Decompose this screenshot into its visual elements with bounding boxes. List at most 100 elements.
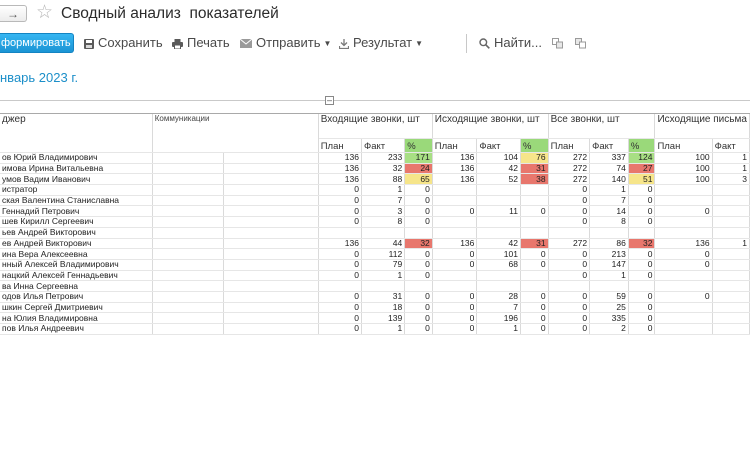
table-row[interactable]: ев Андрей Викторович 136 44 32 136 42 31 272 86 3… <box>0 238 750 250</box>
value-cell: 272 <box>548 238 591 250</box>
table-row[interactable]: нацкий Алексей Геннадьевич 0 1 0 0 1 0 <box>0 270 750 282</box>
collapse-toggle-icon[interactable]: – <box>325 96 334 105</box>
table-row[interactable]: пов Илья Андреевич 0 1 0 0 1 0 0 2 0 <box>0 323 750 335</box>
value-cell: 68 <box>476 259 521 271</box>
value-cell: 272 <box>548 163 591 175</box>
communications-cell <box>223 163 319 175</box>
value-cell <box>712 302 750 314</box>
table-row[interactable]: нный Алексей Владимирович 0 79 0 0 68 0 0 147 0 0 <box>0 259 750 271</box>
value-cell: 136 <box>654 238 713 250</box>
save-button[interactable]: Сохранить <box>84 33 163 53</box>
header-plan: План <box>432 138 478 153</box>
report-period: нварь 2023 г. <box>0 70 79 85</box>
table-row[interactable]: шкин Сергей Дмитриевич 0 18 0 0 7 0 0 25 0 <box>0 302 750 314</box>
value-cell <box>712 312 750 324</box>
value-cell: 0 <box>628 259 656 271</box>
value-cell: 11 <box>476 205 521 218</box>
print-button[interactable]: Печать <box>172 33 230 53</box>
value-cell: 8 <box>361 216 406 228</box>
value-cell <box>432 195 478 207</box>
value-cell: 0 <box>318 270 362 282</box>
value-cell: 1 <box>589 270 629 282</box>
table-row[interactable]: одов Илья Петрович 0 31 0 0 28 0 0 59 0 0 <box>0 291 750 303</box>
value-cell: 136 <box>318 152 362 164</box>
value-cell <box>589 227 629 239</box>
value-cell: 0 <box>404 205 433 218</box>
value-cell: 0 <box>318 312 362 324</box>
value-cell <box>712 205 750 218</box>
value-cell <box>712 216 750 228</box>
manager-name-cell: шев Кирилл Сергеевич <box>0 216 153 228</box>
value-cell: 1 <box>361 323 406 335</box>
value-cell: 42 <box>476 163 521 175</box>
value-cell: 272 <box>548 173 591 186</box>
value-cell: 213 <box>589 248 629 260</box>
value-cell: 0 <box>628 323 656 335</box>
find-label: Найти... <box>494 35 542 50</box>
communications-cell <box>152 173 225 186</box>
find-button[interactable]: Найти... <box>479 33 542 53</box>
value-cell: 136 <box>318 238 362 250</box>
copy-button[interactable] <box>552 33 564 53</box>
value-cell: 0 <box>548 270 591 282</box>
table-row[interactable]: шев Кирилл Сергеевич 0 8 0 0 8 0 <box>0 216 750 228</box>
communications-cell <box>223 312 319 324</box>
value-cell <box>654 195 713 207</box>
value-cell: 100 <box>654 152 713 164</box>
send-button[interactable]: Отправить ▼ <box>240 33 331 53</box>
value-cell: 88 <box>361 173 406 186</box>
table-row[interactable]: истратор 0 1 0 0 1 0 <box>0 184 750 196</box>
value-cell: 100 <box>654 163 713 175</box>
report-table-body: ов Юрий Владимирович 136 233 171 136 104 76 272… <box>0 152 750 335</box>
value-cell: 0 <box>318 302 362 314</box>
result-button[interactable]: Результат ▼ <box>339 33 423 53</box>
value-cell: 0 <box>404 312 433 324</box>
value-cell: 0 <box>548 259 591 271</box>
value-cell: 136 <box>432 163 478 175</box>
chevron-down-icon: ▼ <box>415 38 424 48</box>
manager-name-cell: нацкий Алексей Геннадьевич <box>0 270 153 282</box>
table-row[interactable]: ская Валентина Станиславна 0 7 0 0 7 0 <box>0 195 750 207</box>
value-cell: 171 <box>404 152 433 164</box>
report-table: джер Коммуникации Входящие звонки, шт Ис… <box>0 114 750 335</box>
communications-cell <box>223 323 319 335</box>
table-row[interactable]: Геннадий Петрович 0 3 0 0 11 0 0 14 0 0 <box>0 205 750 218</box>
value-cell: 124 <box>628 152 656 164</box>
header-plan: План <box>654 138 713 153</box>
paste-icon <box>575 38 586 49</box>
table-row[interactable]: ьев Андрей Викторович <box>0 227 750 239</box>
manager-name-cell: ина Вера Алексеевна <box>0 248 153 260</box>
value-cell: 32 <box>628 238 656 250</box>
value-cell: 32 <box>404 238 433 250</box>
manager-name-cell: пов Илья Андреевич <box>0 323 153 335</box>
value-cell: 139 <box>361 312 406 324</box>
value-cell: 7 <box>589 195 629 207</box>
communications-cell <box>152 270 225 282</box>
value-cell <box>476 216 521 228</box>
header-fact: Факт <box>476 138 521 153</box>
value-cell <box>712 291 750 303</box>
result-label: Результат <box>353 35 413 50</box>
value-cell: 0 <box>520 323 549 335</box>
value-cell: 0 <box>432 259 478 271</box>
table-row[interactable]: имова Ирина Витальевна 136 32 24 136 42 31 272 7… <box>0 163 750 175</box>
table-row[interactable]: ов Юрий Владимирович 136 233 171 136 104 76 272… <box>0 152 750 164</box>
value-cell: 0 <box>404 248 433 260</box>
manager-name-cell: имова Ирина Витальевна <box>0 163 153 175</box>
favorite-star-icon[interactable]: ☆ <box>36 3 53 23</box>
paste-button[interactable] <box>575 33 587 53</box>
value-cell: 74 <box>589 163 629 175</box>
communications-cell <box>152 312 225 324</box>
value-cell <box>432 270 478 282</box>
forward-arrow-button[interactable]: → <box>0 5 27 22</box>
value-cell: 0 <box>432 302 478 314</box>
value-cell <box>712 248 750 260</box>
value-cell: 0 <box>548 184 591 196</box>
table-row[interactable]: ина Вера Алексеевна 0 112 0 0 101 0 0 213 0 0 <box>0 248 750 260</box>
generate-button[interactable]: формировать <box>0 33 74 53</box>
table-row[interactable]: умов Вадим Иванович 136 88 65 136 52 38 272 140 5… <box>0 173 750 186</box>
table-row[interactable]: на Юлия Владимировна 0 139 0 0 196 0 0 335 0 <box>0 312 750 324</box>
copy-icon <box>552 38 563 49</box>
value-cell: 7 <box>476 302 521 314</box>
table-row[interactable]: ва Инна Сергеевна <box>0 280 750 292</box>
